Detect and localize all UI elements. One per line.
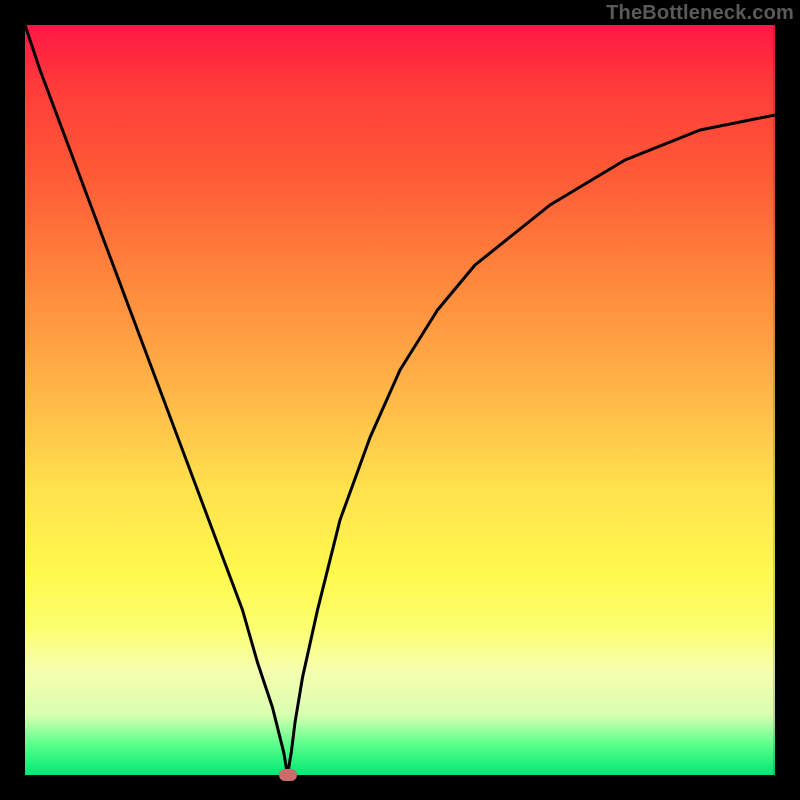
- watermark-text: TheBottleneck.com: [606, 2, 794, 25]
- chart-frame: TheBottleneck.com: [0, 0, 800, 800]
- plot-area: [25, 25, 775, 775]
- bottleneck-curve: [25, 25, 775, 775]
- minimum-marker: [279, 769, 297, 781]
